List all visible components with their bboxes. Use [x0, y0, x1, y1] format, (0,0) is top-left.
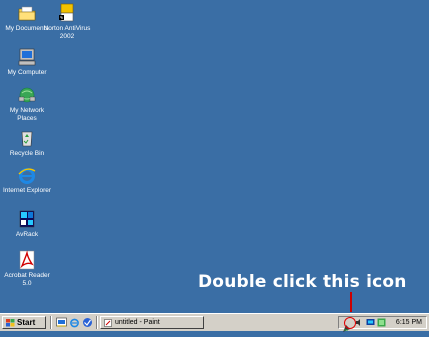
- internet-explorer-icon: [17, 165, 37, 185]
- desktop-icon-label: My Network Places: [9, 107, 45, 122]
- desktop-icon-label: My Computer: [7, 69, 47, 76]
- show-desktop-icon[interactable]: [56, 317, 67, 328]
- paint-icon: [104, 319, 112, 327]
- start-button[interactable]: Start: [2, 316, 46, 329]
- recycle-bin-icon: [17, 128, 37, 148]
- windows-logo-icon: [6, 319, 15, 327]
- taskbar-button-label: untitled - Paint: [115, 319, 160, 326]
- computer-icon: [17, 47, 37, 67]
- annotation-text: Double click this icon: [198, 272, 407, 292]
- monitor-tray-icon[interactable]: [377, 318, 386, 327]
- network-tray-icon[interactable]: [366, 318, 375, 327]
- taskbar-separator: [50, 316, 52, 329]
- desktop-icon-label: Recycle Bin: [9, 150, 45, 157]
- taskbar-separator: [96, 316, 98, 329]
- folder-icon: [17, 3, 37, 23]
- volume-icon[interactable]: [355, 318, 364, 327]
- taskbar-button-paint[interactable]: untitled - Paint: [100, 316, 204, 329]
- desktop-icon-label: Internet Explorer: [2, 187, 52, 194]
- taskbar: Start untitled - Paint 6:15 PM: [0, 313, 429, 332]
- desktop-icon-recycle-bin[interactable]: Recycle Bin: [0, 128, 54, 158]
- internet-explorer-icon[interactable]: [69, 317, 80, 328]
- desktop-icon-norton-antivirus[interactable]: Norton AntiVirus 2002: [40, 3, 94, 41]
- start-label: Start: [17, 318, 36, 327]
- desktop-icon-my-computer[interactable]: My Computer: [0, 47, 54, 77]
- desktop-icon-internet-explorer[interactable]: Internet Explorer: [0, 165, 54, 195]
- annotation-arrow: [350, 292, 352, 312]
- desktop-icon-acrobat-reader[interactable]: Acrobat Reader 5.0: [0, 250, 54, 288]
- desktop: My Documents Norton AntiVirus 2002 My Co…: [0, 0, 429, 313]
- desktop-icon-label: Norton AntiVirus 2002: [43, 25, 91, 40]
- desktop-icon-label: Acrobat Reader 5.0: [4, 272, 50, 287]
- desktop-icon-my-network-places[interactable]: My Network Places: [0, 85, 54, 123]
- outlook-express-icon[interactable]: [82, 317, 93, 328]
- avrack-icon: [17, 209, 37, 229]
- clock[interactable]: 6:15 PM: [396, 317, 422, 328]
- norton-antivirus-icon: [57, 3, 77, 23]
- acrobat-reader-icon: [17, 250, 37, 270]
- system-tray: 6:15 PM: [338, 316, 427, 332]
- desktop-icon-avrack[interactable]: AvRack: [0, 209, 54, 239]
- network-icon: [17, 85, 37, 105]
- highlighted-tray-icon[interactable]: [342, 317, 356, 332]
- desktop-icon-label: AvRack: [15, 231, 39, 238]
